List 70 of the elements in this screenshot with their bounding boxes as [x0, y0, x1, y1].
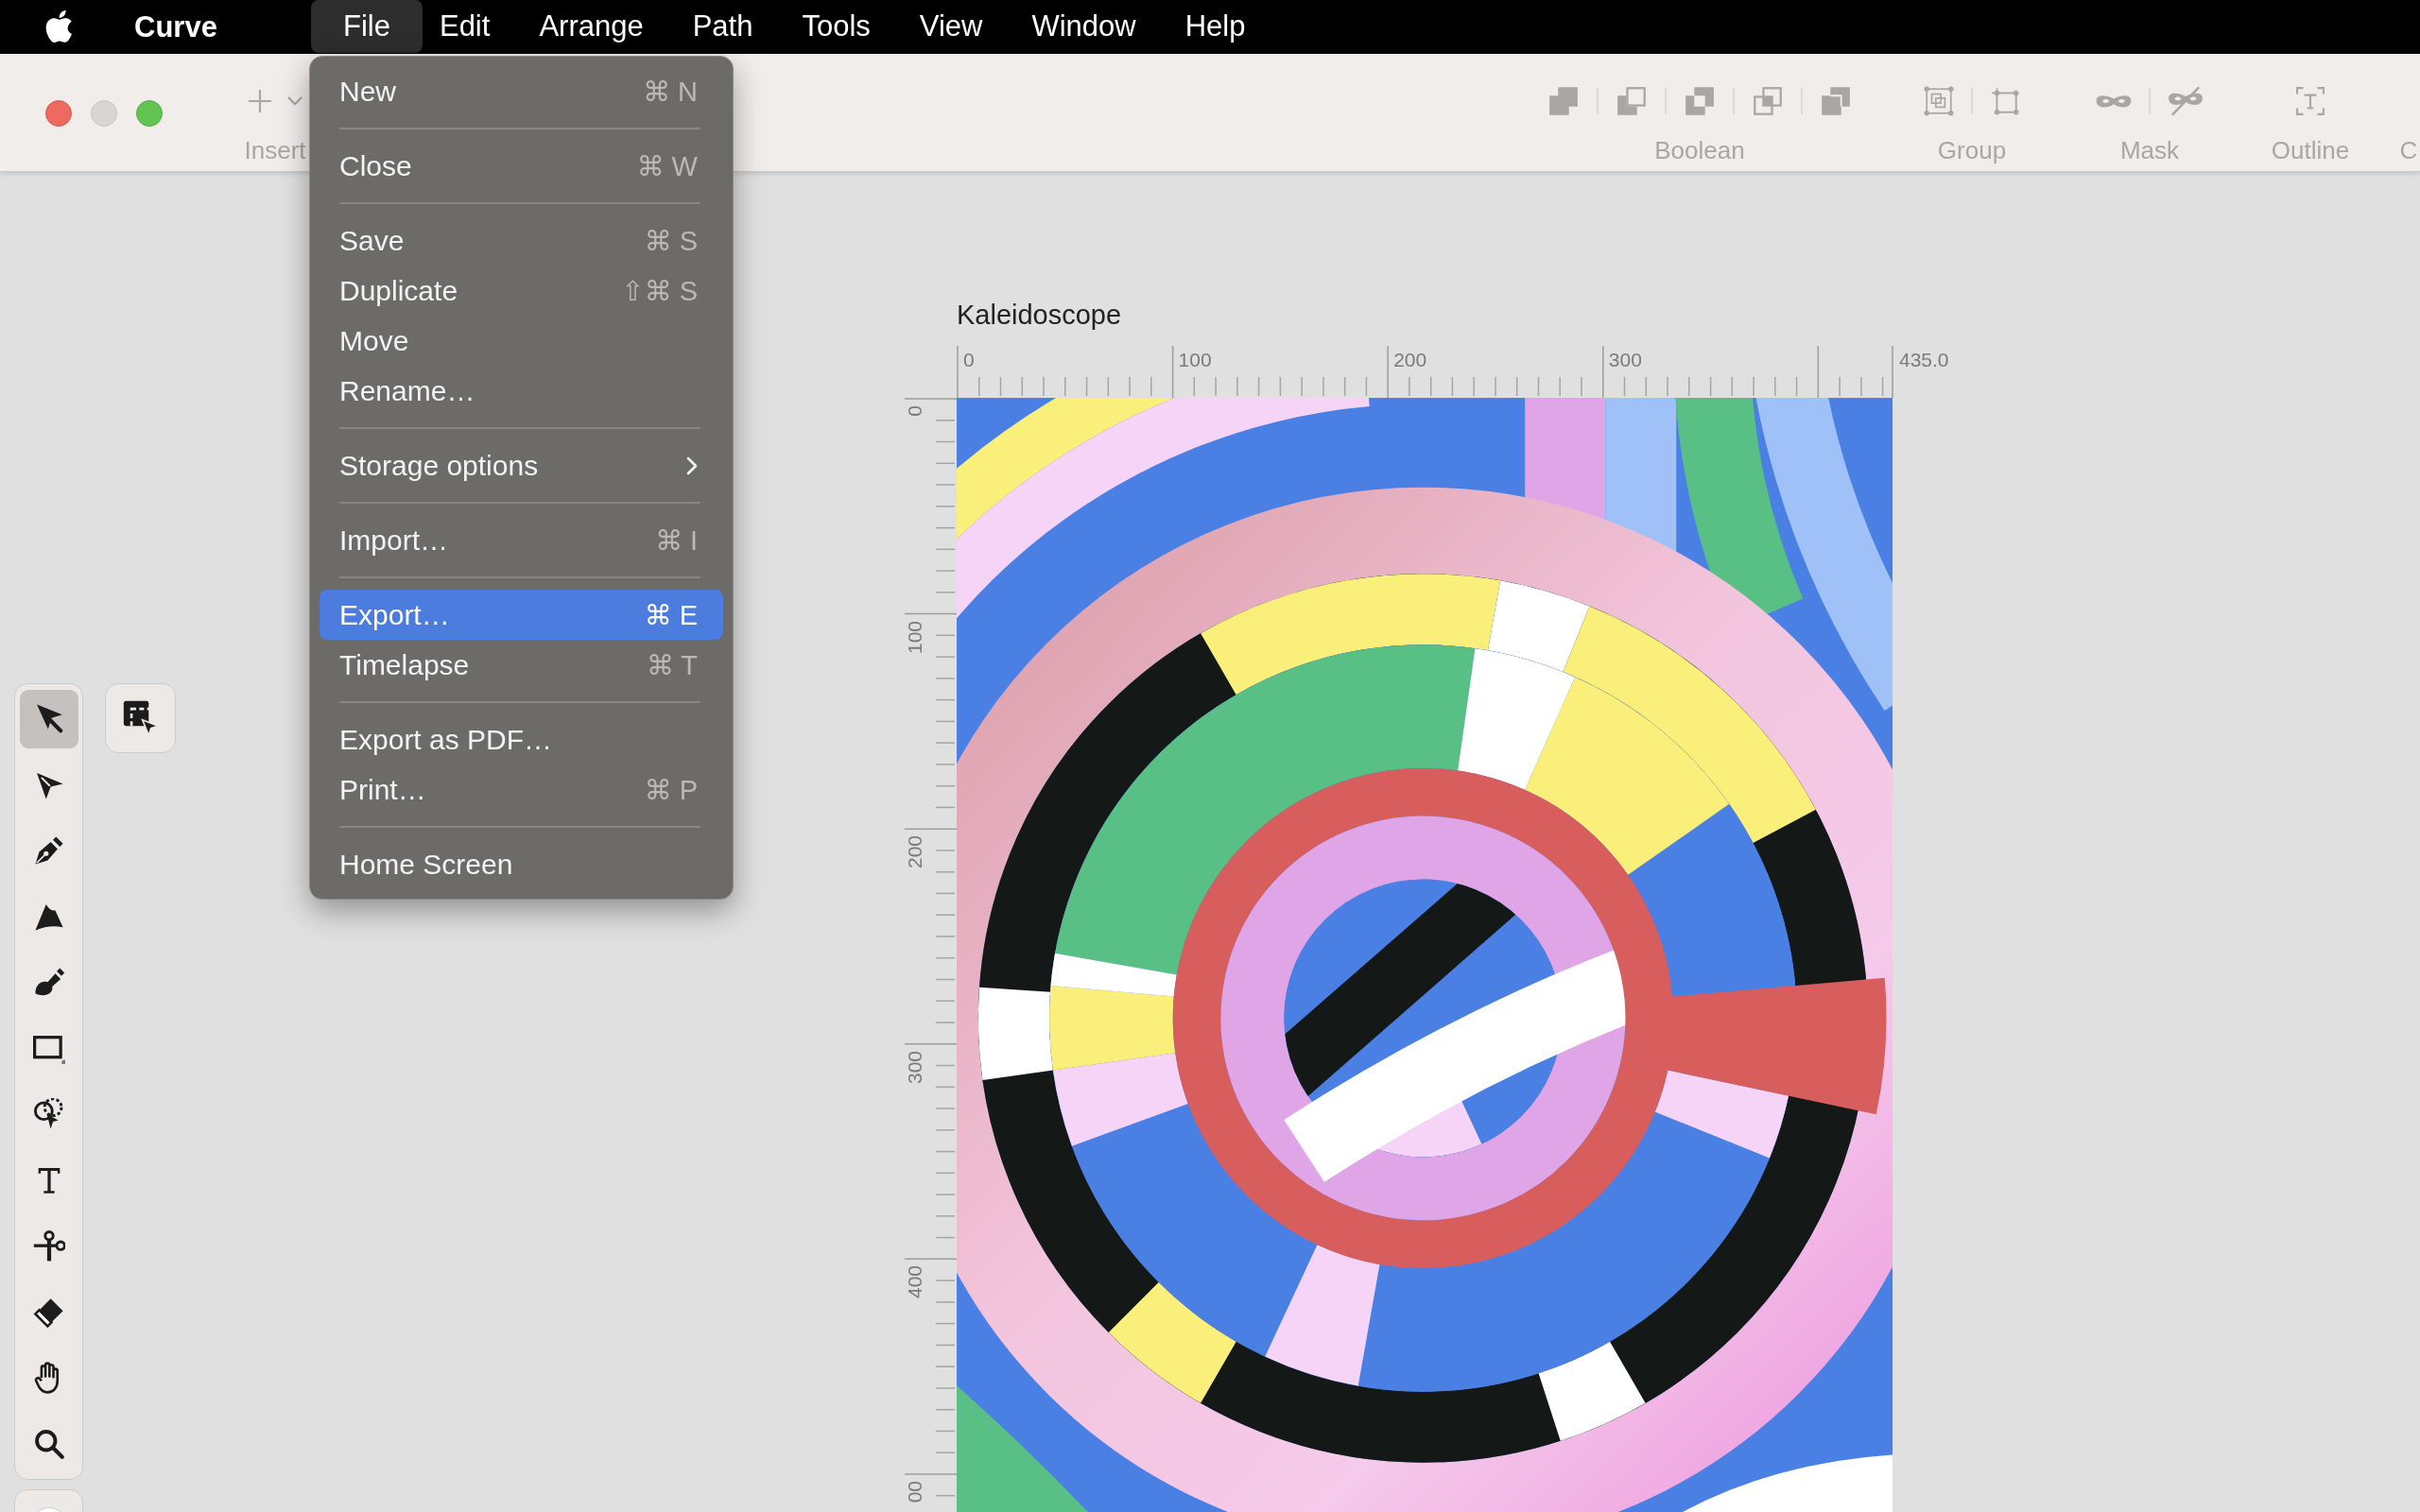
keyboard-shortcut: ⌘ T — [646, 648, 698, 682]
circles-arrow-icon[interactable] — [32, 1098, 65, 1131]
eraser-icon[interactable] — [32, 1296, 65, 1329]
mask-off-icon[interactable] — [2168, 86, 2204, 116]
menu-title[interactable]: Arrange — [514, 0, 668, 53]
ruler-label: 00 — [905, 1480, 925, 1503]
window-zoom-icon[interactable] — [136, 100, 163, 127]
ruler-label: 435.0 — [1899, 350, 1949, 370]
toolbar-group-label: Outline — [2271, 136, 2350, 164]
menu-item[interactable]: Export as PDF… — [320, 714, 723, 765]
subtract-icon[interactable] — [1616, 86, 1647, 116]
menu-title[interactable]: Window — [1007, 0, 1161, 53]
selection-frame-icon — [122, 700, 159, 736]
ruler-label: 200 — [905, 835, 925, 869]
toolbar-group-label: Insert — [244, 136, 306, 164]
menu-title[interactable]: Help — [1160, 0, 1270, 53]
bounding-box-icon[interactable] — [1990, 86, 2020, 116]
intersect-icon[interactable] — [1753, 86, 1783, 116]
mask-icon[interactable] — [2096, 93, 2132, 110]
text-outline-icon[interactable] — [2296, 87, 2325, 115]
selection-frame-button[interactable] — [105, 683, 176, 753]
chevron-down-icon[interactable] — [287, 96, 302, 106]
toolbar-group-label: C — [2399, 136, 2418, 164]
ruler-label: 300 — [1608, 350, 1642, 370]
menu-item[interactable]: New ⌘ N — [320, 66, 723, 116]
menu-title[interactable]: Tools — [777, 0, 895, 53]
ruler-label: 100 — [905, 620, 925, 654]
toolbar-group-label: Boolean — [1654, 136, 1745, 164]
toolbar-group-label: Mask — [2119, 136, 2180, 164]
menu-item[interactable]: Rename… — [320, 366, 723, 416]
menu-item[interactable]: Print… ⌘ P — [320, 765, 723, 815]
keyboard-shortcut: ⇧⌘ S — [621, 274, 698, 308]
keyboard-shortcut: ⌘ E — [644, 598, 698, 632]
ruler-label: 200 — [1393, 350, 1427, 370]
exclude-icon[interactable] — [1685, 86, 1715, 116]
search-icon[interactable] — [32, 1427, 65, 1460]
plus-icon[interactable] — [248, 89, 272, 113]
menu-item[interactable]: Move — [320, 316, 723, 366]
ruler-label: 0 — [905, 405, 925, 417]
nested-squares-frame-icon[interactable] — [1924, 86, 1954, 116]
ruler-label: 300 — [905, 1050, 925, 1084]
ruler-label: 100 — [1178, 350, 1212, 370]
menu-item[interactable]: Import… ⌘ I — [320, 515, 723, 565]
toolbar-group-label: Group — [1937, 136, 2007, 164]
app-name[interactable]: Curve — [134, 9, 217, 44]
keyboard-shortcut: ⌘ W — [636, 149, 698, 183]
keyboard-shortcut: ⌘ I — [654, 524, 698, 558]
menu-title[interactable]: Path — [667, 0, 778, 53]
ruler-label: 0 — [963, 350, 975, 370]
menu-item[interactable]: Storage options — [320, 440, 723, 490]
menu-item[interactable]: Home Screen — [320, 839, 723, 889]
union-icon[interactable] — [1548, 86, 1579, 116]
keyboard-shortcut: ⌘ P — [644, 773, 698, 807]
scissors-icon[interactable] — [32, 1229, 65, 1263]
menu-title[interactable]: View — [894, 0, 1008, 53]
window-close-icon[interactable] — [45, 100, 72, 127]
menu-item[interactable]: Save ⌘ S — [320, 215, 723, 266]
menu-item[interactable]: Duplicate ⇧⌘ S — [320, 266, 723, 316]
menu-item[interactable]: Close ⌘ W — [320, 141, 723, 191]
menu-title[interactable]: File — [311, 0, 423, 53]
apple-icon[interactable] — [45, 9, 72, 44]
ruler-label: 400 — [905, 1265, 925, 1299]
artboard-title: Kaleidoscope — [957, 299, 1122, 332]
keyboard-shortcut: ⌘ S — [644, 224, 698, 258]
divide-icon[interactable] — [1821, 86, 1851, 116]
pointer-icon[interactable] — [19, 690, 78, 748]
pen-nib-icon[interactable] — [32, 834, 65, 868]
keyboard-shortcut: ⌘ N — [643, 75, 698, 109]
menu-item[interactable]: Timelapse ⌘ T — [320, 640, 723, 690]
menu-item[interactable]: Export… ⌘ E — [320, 590, 723, 640]
